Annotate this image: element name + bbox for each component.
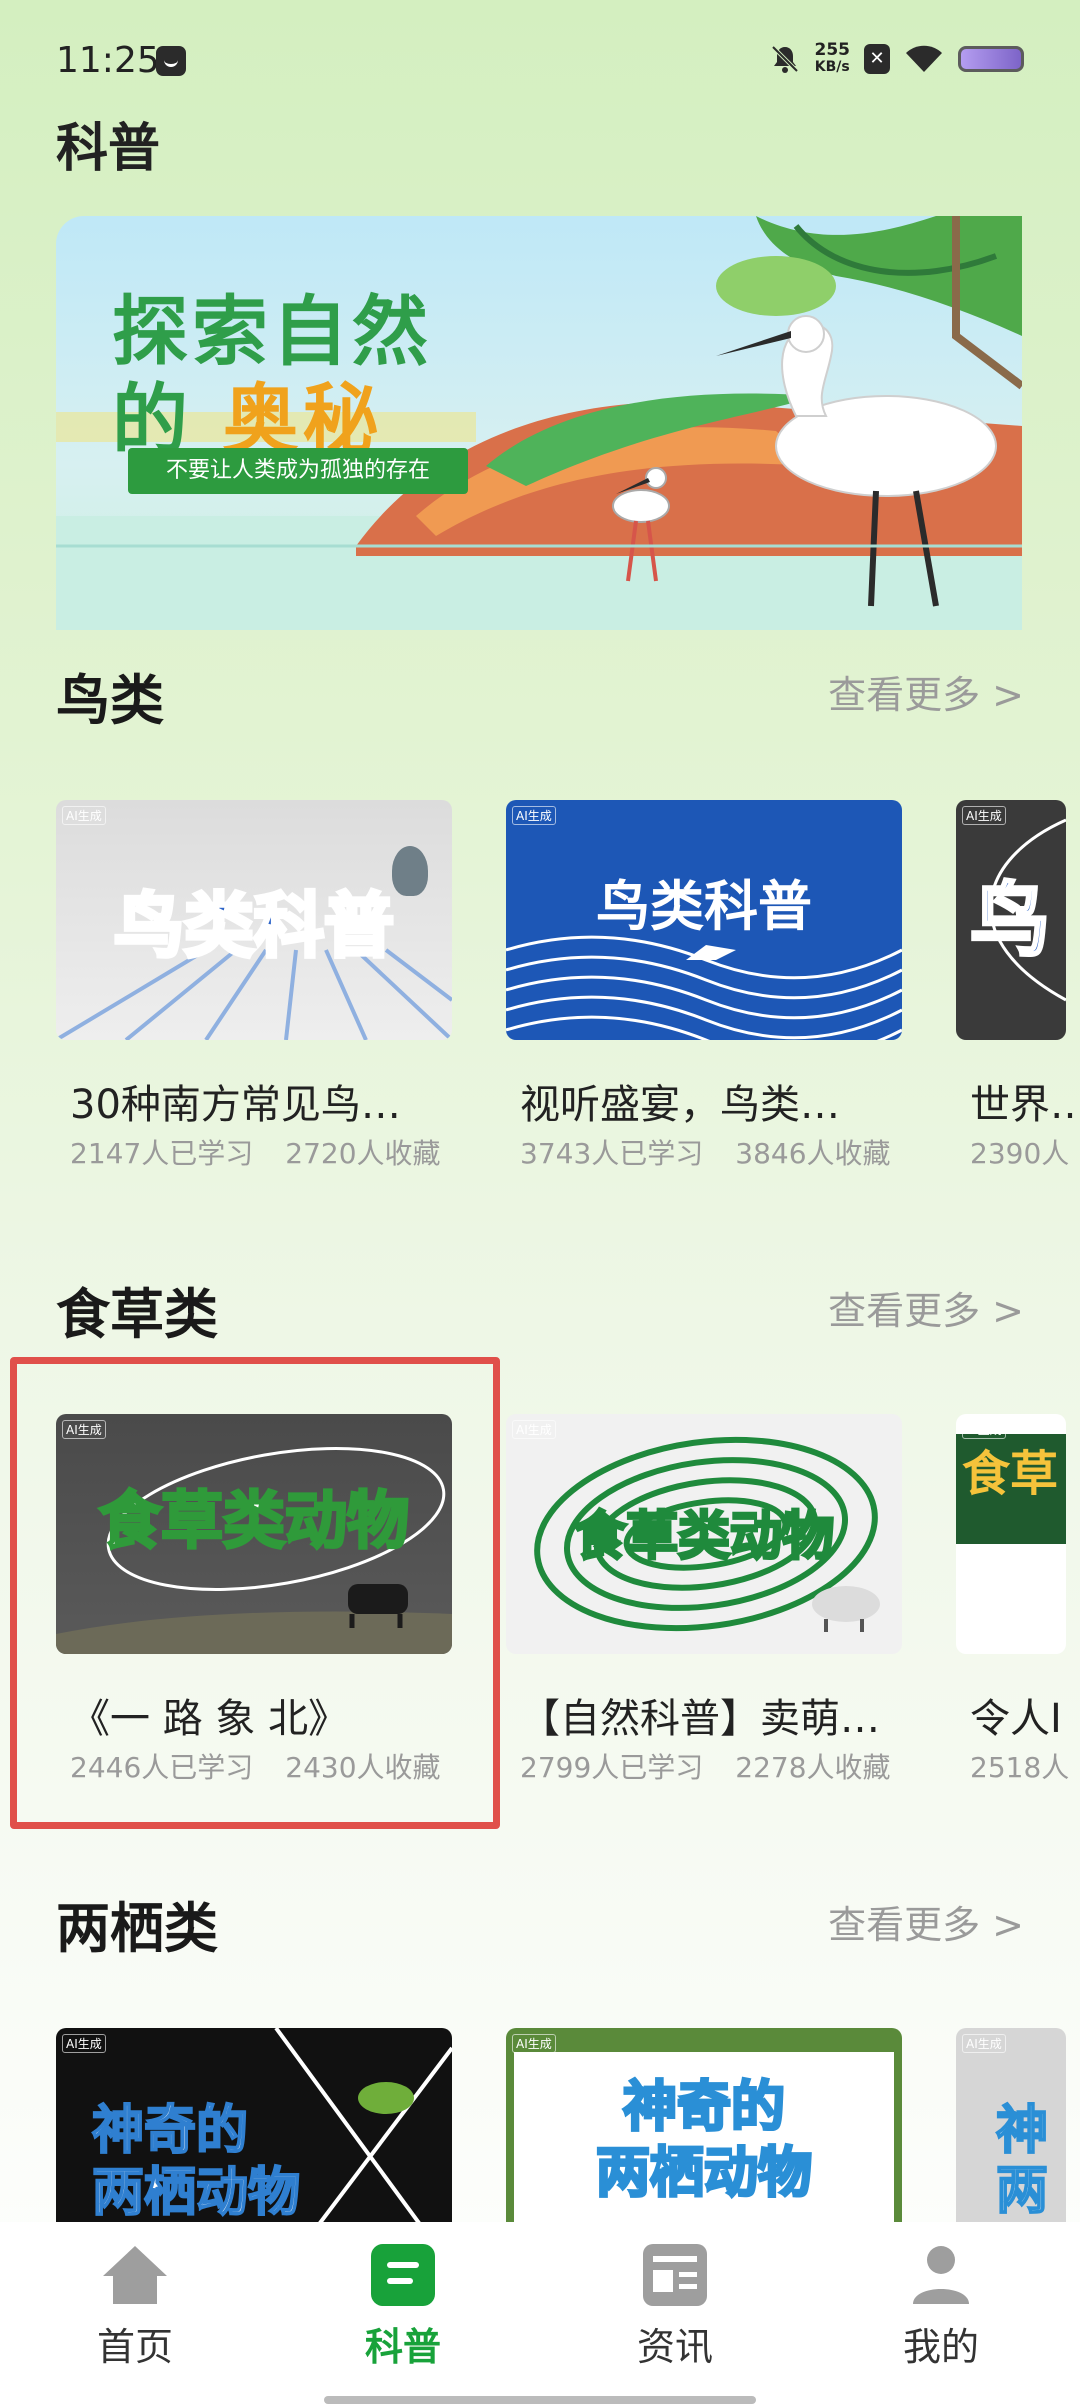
- ai-generated-badge: AI生成: [62, 2034, 106, 2053]
- learned-count: 2390人: [970, 1137, 1070, 1170]
- page-title: 科普: [56, 119, 161, 179]
- tab-science[interactable]: 科普: [318, 2242, 488, 2371]
- course-card[interactable]: AI生成 神奇的 两栖动物: [56, 2028, 452, 2222]
- birds-see-more-link[interactable]: 查看更多 >: [828, 664, 1024, 719]
- card-stats: 2518人: [970, 1746, 1069, 1786]
- tab-label: 首页: [96, 2325, 173, 2369]
- learned-count: 2147人已学习: [70, 1137, 254, 1170]
- course-card[interactable]: AI生成 食草类动物 【自然科普】卖萌… 2799人已学习 2278人收藏: [506, 1414, 902, 1794]
- home-indicator[interactable]: [324, 2396, 756, 2404]
- thumbnail-title-line2: 两栖动物: [595, 2140, 814, 2206]
- pigeon-icon: [392, 846, 428, 896]
- course-thumbnail: AI生成 神奇的 两栖动物: [56, 2028, 452, 2222]
- card-title: 令人I: [970, 1696, 1062, 1742]
- course-card-partial[interactable]: AI生成 食草 令人I 2518人: [956, 1414, 1080, 1794]
- sim-icon: ✕: [864, 44, 890, 74]
- selected-card-highlight: [10, 1357, 500, 1829]
- section-title-herbivores: 食草类: [56, 1283, 218, 1346]
- saved-count: 2720人收藏: [285, 1137, 441, 1170]
- section-title-birds: 鸟类: [56, 669, 164, 732]
- banner-tagline: 不要让人类成为孤独的存在: [128, 448, 468, 494]
- thumbnail-title-line2: 两栖动物: [91, 2162, 301, 2222]
- ai-generated-badge: AI生成: [962, 806, 1006, 825]
- saved-count: 3846人收藏: [735, 1137, 891, 1170]
- learned-count: 2799人已学习: [520, 1751, 704, 1784]
- card-stats: 3743人已学习 3846人收藏: [520, 1132, 891, 1172]
- thumbnail-title: 食草类动物: [572, 1506, 835, 1569]
- course-card-partial[interactable]: AI生成 鸟 世界… 2390人: [956, 800, 1080, 1180]
- news-icon: [643, 2244, 707, 2306]
- tab-label: 我的: [902, 2325, 979, 2369]
- amphibians-see-more-link[interactable]: 查看更多 >: [828, 1894, 1024, 1949]
- tab-label: 资讯: [636, 2325, 713, 2369]
- course-card-partial[interactable]: AI生成 神 两: [956, 2028, 1080, 2222]
- course-thumbnail: AI生成 鸟: [956, 800, 1066, 1040]
- tab-home[interactable]: 首页: [50, 2242, 220, 2371]
- battery-icon: [958, 46, 1024, 72]
- card-title: 世界…: [970, 1082, 1080, 1128]
- card-stats: 2147人已学习 2720人收藏: [70, 1132, 441, 1172]
- network-speed-value: 255: [814, 40, 851, 60]
- saved-count: 2278人收藏: [735, 1751, 891, 1784]
- tab-profile[interactable]: 我的: [856, 2242, 1026, 2371]
- profile-icon: [913, 2246, 969, 2304]
- section-title-amphibians: 两栖类: [56, 1897, 218, 1960]
- status-icons: 255 KB/s ✕: [769, 42, 1024, 76]
- learned-count: 2518人: [970, 1751, 1070, 1784]
- course-thumbnail: AI生成 神 两: [956, 2028, 1066, 2222]
- ai-generated-badge: AI生成: [62, 806, 106, 825]
- card-title: 30种南方常见鸟…: [70, 1082, 401, 1128]
- ai-generated-badge: AI生成: [962, 2034, 1006, 2053]
- thumbnail-title: 食草: [962, 1446, 1059, 1502]
- bottom-tab-bar: 首页 科普 资讯 我的: [0, 2222, 1080, 2408]
- bell-mute-icon: [771, 45, 798, 73]
- ai-generated-badge: AI生成: [512, 1420, 556, 1439]
- course-thumbnail: AI生成 鸟类科普: [506, 800, 902, 1040]
- course-card[interactable]: AI生成 神奇的 两栖动物: [506, 2028, 902, 2222]
- status-bar: 11:25 255 KB/s ✕: [0, 0, 1080, 120]
- tab-label: 科普: [364, 2325, 441, 2369]
- network-speed-unit: KB/s: [814, 59, 850, 75]
- course-thumbnail: AI生成 食草类动物: [506, 1414, 902, 1654]
- card-stats: 2390人: [970, 1132, 1069, 1172]
- home-icon: [103, 2246, 167, 2304]
- course-card[interactable]: AI生成 鸟类科普 30种南方常见鸟… 2147人已学习 2720人收藏: [56, 800, 452, 1180]
- course-thumbnail: AI生成 食草: [956, 1414, 1066, 1654]
- herbivores-see-more-link[interactable]: 查看更多 >: [828, 1280, 1024, 1335]
- status-time: 11:25: [56, 40, 160, 81]
- ai-generated-badge: AI生成: [512, 806, 556, 825]
- network-speed: 255 KB/s: [815, 42, 851, 76]
- wifi-icon: [906, 45, 942, 72]
- notification-app-icon: [156, 46, 186, 76]
- course-thumbnail: AI生成 鸟类科普: [56, 800, 452, 1040]
- ai-generated-badge: AI生成: [512, 2034, 556, 2053]
- course-thumbnail: AI生成 神奇的 两栖动物: [506, 2028, 902, 2222]
- tab-news[interactable]: 资讯: [590, 2242, 760, 2371]
- card-stats: 2799人已学习 2278人收藏: [520, 1746, 891, 1786]
- learned-count: 3743人已学习: [520, 1137, 704, 1170]
- card-title: 视听盛宴，鸟类…: [520, 1082, 840, 1128]
- course-card[interactable]: AI生成 鸟类科普 视听盛宴，鸟类… 3743人已学习 3846人收藏: [506, 800, 902, 1180]
- thumbnail-title: 鸟类科普: [596, 875, 812, 938]
- card-title: 【自然科普】卖萌…: [520, 1696, 880, 1742]
- science-icon: [371, 2244, 435, 2306]
- thumbnail-title-line2: 两: [995, 2160, 1049, 2222]
- thumbnail-title: 鸟: [969, 873, 1052, 969]
